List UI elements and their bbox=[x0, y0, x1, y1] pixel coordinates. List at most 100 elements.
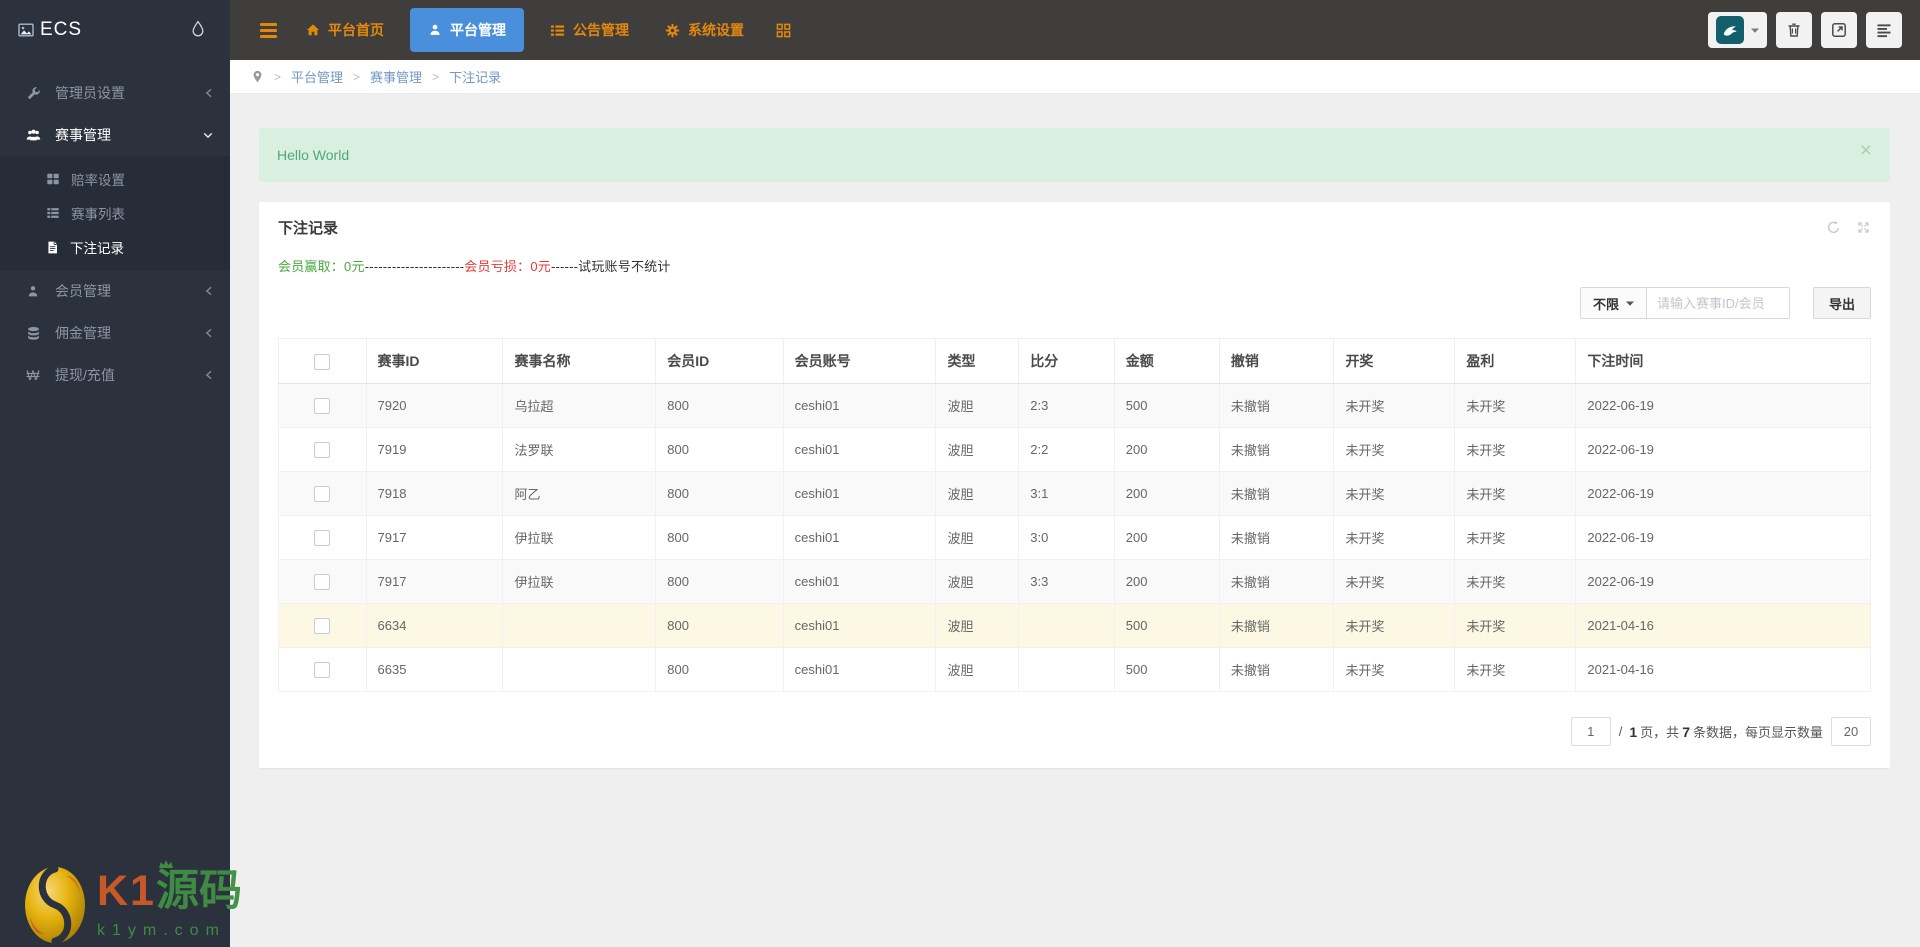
sidebar-item-match-list[interactable]: 赛事列表 bbox=[0, 196, 230, 230]
table-cell: 2:2 bbox=[1018, 427, 1115, 472]
brand-name: ECS bbox=[40, 19, 83, 40]
refresh-icon[interactable] bbox=[1826, 220, 1841, 235]
column-header: 盈利 bbox=[1454, 338, 1577, 384]
table-row[interactable]: 6634 800 ceshi01 波胆 500 未撤销 未开奖 未开奖 2021… bbox=[278, 603, 1871, 648]
per-page-input[interactable] bbox=[1831, 717, 1871, 746]
home-icon bbox=[306, 23, 320, 37]
table-row[interactable]: 7917 伊拉联 800 ceshi01 波胆 3:0 200 未撤销 未开奖 … bbox=[278, 515, 1871, 560]
table-cell: 未撤销 bbox=[1218, 603, 1335, 648]
table-cell: 未开奖 bbox=[1454, 559, 1577, 604]
table-cell: 500 bbox=[1113, 603, 1220, 648]
watermark-yuanma: 源码 bbox=[156, 860, 242, 913]
bet-records-table: 赛事ID 赛事名称 会员ID 会员账号 类型 比分 金额 撤销 开奖 盈利 下注… bbox=[278, 338, 1871, 692]
win-label: 会员赢取： bbox=[278, 259, 345, 274]
breadcrumb-link-bet-records[interactable]: 下注记录 bbox=[449, 67, 501, 86]
table-cell: 500 bbox=[1113, 383, 1220, 428]
table-cell: 未撤销 bbox=[1218, 383, 1335, 428]
trash-button[interactable] bbox=[1776, 12, 1812, 48]
crown-icon bbox=[158, 859, 174, 869]
table-cell bbox=[1018, 603, 1115, 648]
table-cell: 3:0 bbox=[1018, 515, 1115, 560]
list-button[interactable] bbox=[1866, 12, 1902, 48]
table-cell: 未开奖 bbox=[1454, 515, 1577, 560]
search-input[interactable] bbox=[1646, 287, 1790, 319]
win-value: 0元 bbox=[344, 259, 365, 274]
sidebar-item-odds-settings[interactable]: 赔率设置 bbox=[0, 162, 230, 196]
column-header: 开奖 bbox=[1333, 338, 1456, 384]
table-cell: 未开奖 bbox=[1454, 427, 1577, 472]
table-cell: 200 bbox=[1113, 515, 1220, 560]
table-cell: 800 bbox=[655, 383, 784, 428]
table-cell: 未开奖 bbox=[1333, 471, 1456, 516]
table-cell: 800 bbox=[655, 603, 784, 648]
skin-switcher-button[interactable] bbox=[1708, 12, 1767, 48]
sidebar-toggle-icon[interactable] bbox=[248, 0, 288, 60]
column-header: 金额 bbox=[1113, 338, 1220, 384]
breadcrumb-link-platform[interactable]: 平台管理 bbox=[291, 67, 343, 86]
list-lines-icon bbox=[1876, 22, 1892, 38]
table-cell: 波胆 bbox=[935, 603, 1020, 648]
nav-item-platform-home[interactable]: 平台首页 bbox=[288, 0, 402, 60]
select-all-checkbox[interactable] bbox=[314, 353, 331, 370]
panel-header: 下注记录 bbox=[259, 202, 1890, 252]
table-header-row: 赛事ID 赛事名称 会员ID 会员账号 类型 比分 金额 撤销 开奖 盈利 下注… bbox=[278, 338, 1871, 384]
nav-item-platform-manage[interactable]: 平台管理 bbox=[410, 8, 524, 52]
table-row[interactable]: 7920 乌拉超 800 ceshi01 波胆 2:3 500 未撤销 未开奖 … bbox=[278, 383, 1871, 428]
sidebar-item-commission-manage[interactable]: 佣金管理 bbox=[0, 312, 230, 354]
nav-item-announcement[interactable]: 公告管理 bbox=[532, 0, 647, 60]
alert-close-icon[interactable]: × bbox=[1860, 140, 1872, 161]
row-checkbox[interactable] bbox=[314, 529, 331, 546]
row-checkbox[interactable] bbox=[314, 617, 331, 634]
skin-logo-icon bbox=[1716, 16, 1744, 44]
table-cell: 500 bbox=[1113, 647, 1220, 692]
sidebar-item-bet-records[interactable]: 下注记录 bbox=[0, 230, 230, 264]
row-checkbox[interactable] bbox=[314, 397, 331, 414]
row-checkbox[interactable] bbox=[314, 661, 331, 678]
table-cell: 伊拉联 bbox=[502, 515, 657, 560]
table-cell: 7917 bbox=[365, 515, 504, 560]
table-row[interactable]: 7919 法罗联 800 ceshi01 波胆 2:2 200 未撤销 未开奖 … bbox=[278, 427, 1871, 472]
watermark-domain: k1ym.com bbox=[97, 922, 226, 939]
caret-down-icon bbox=[1625, 301, 1634, 306]
table-cell: 未撤销 bbox=[1218, 647, 1335, 692]
table-cell: 6635 bbox=[365, 647, 504, 692]
export-button[interactable]: 导出 bbox=[1812, 287, 1871, 319]
table-row[interactable]: 7917 伊拉联 800 ceshi01 波胆 3:3 200 未撤销 未开奖 … bbox=[278, 559, 1871, 604]
sidebar-item-admin-settings[interactable]: 管理员设置 bbox=[0, 72, 230, 114]
chevron-left-icon bbox=[204, 327, 214, 339]
announcement-icon bbox=[550, 23, 565, 38]
row-checkbox[interactable] bbox=[314, 441, 331, 458]
table-cell: 未开奖 bbox=[1454, 603, 1577, 648]
alert-banner: Hello World × bbox=[259, 128, 1890, 182]
type-filter-dropdown[interactable]: 不限 bbox=[1579, 287, 1647, 319]
table-cell: 7917 bbox=[365, 559, 504, 604]
table-cell: 未开奖 bbox=[1333, 603, 1456, 648]
column-header: 赛事名称 bbox=[502, 338, 657, 384]
sidebar-item-member-manage[interactable]: 会员管理 bbox=[0, 270, 230, 312]
person-icon bbox=[24, 284, 42, 299]
table-cell: 2022-06-19 bbox=[1575, 427, 1871, 472]
sidebar-item-match-manage[interactable]: 赛事管理 bbox=[0, 114, 230, 156]
table-row[interactable]: 6635 800 ceshi01 波胆 500 未撤销 未开奖 未开奖 2021… bbox=[278, 647, 1871, 692]
apps-grid-icon[interactable] bbox=[762, 23, 805, 38]
table-row[interactable]: 7918 阿乙 800 ceshi01 波胆 3:1 200 未撤销 未开奖 未… bbox=[278, 471, 1871, 516]
table-cell: 未开奖 bbox=[1454, 471, 1577, 516]
breadcrumb-link-match[interactable]: 赛事管理 bbox=[370, 67, 422, 86]
external-link-button[interactable] bbox=[1821, 12, 1857, 48]
sidebar: 管理员设置 赛事管理 赔率设置 赛事列表 下注记录 会员管理 佣金管理 ₩ 提现… bbox=[0, 60, 230, 947]
table-cell: 800 bbox=[655, 427, 784, 472]
table-cell: 800 bbox=[655, 647, 784, 692]
table-cell bbox=[1018, 647, 1115, 692]
sidebar-item-withdraw-deposit[interactable]: ₩ 提现/充值 bbox=[0, 354, 230, 396]
droplet-icon[interactable] bbox=[190, 20, 206, 38]
grid-icon bbox=[46, 172, 60, 186]
brand[interactable]: ECS bbox=[0, 0, 230, 60]
row-checkbox[interactable] bbox=[314, 573, 331, 590]
nav-item-system-settings[interactable]: 系统设置 bbox=[647, 0, 762, 60]
expand-icon[interactable] bbox=[1856, 220, 1871, 235]
chevron-left-icon bbox=[204, 285, 214, 297]
page-number-input[interactable] bbox=[1570, 717, 1611, 746]
table-cell: 2021-04-16 bbox=[1575, 603, 1871, 648]
filter-row: 不限 导出 bbox=[278, 287, 1871, 319]
row-checkbox[interactable] bbox=[314, 485, 331, 502]
